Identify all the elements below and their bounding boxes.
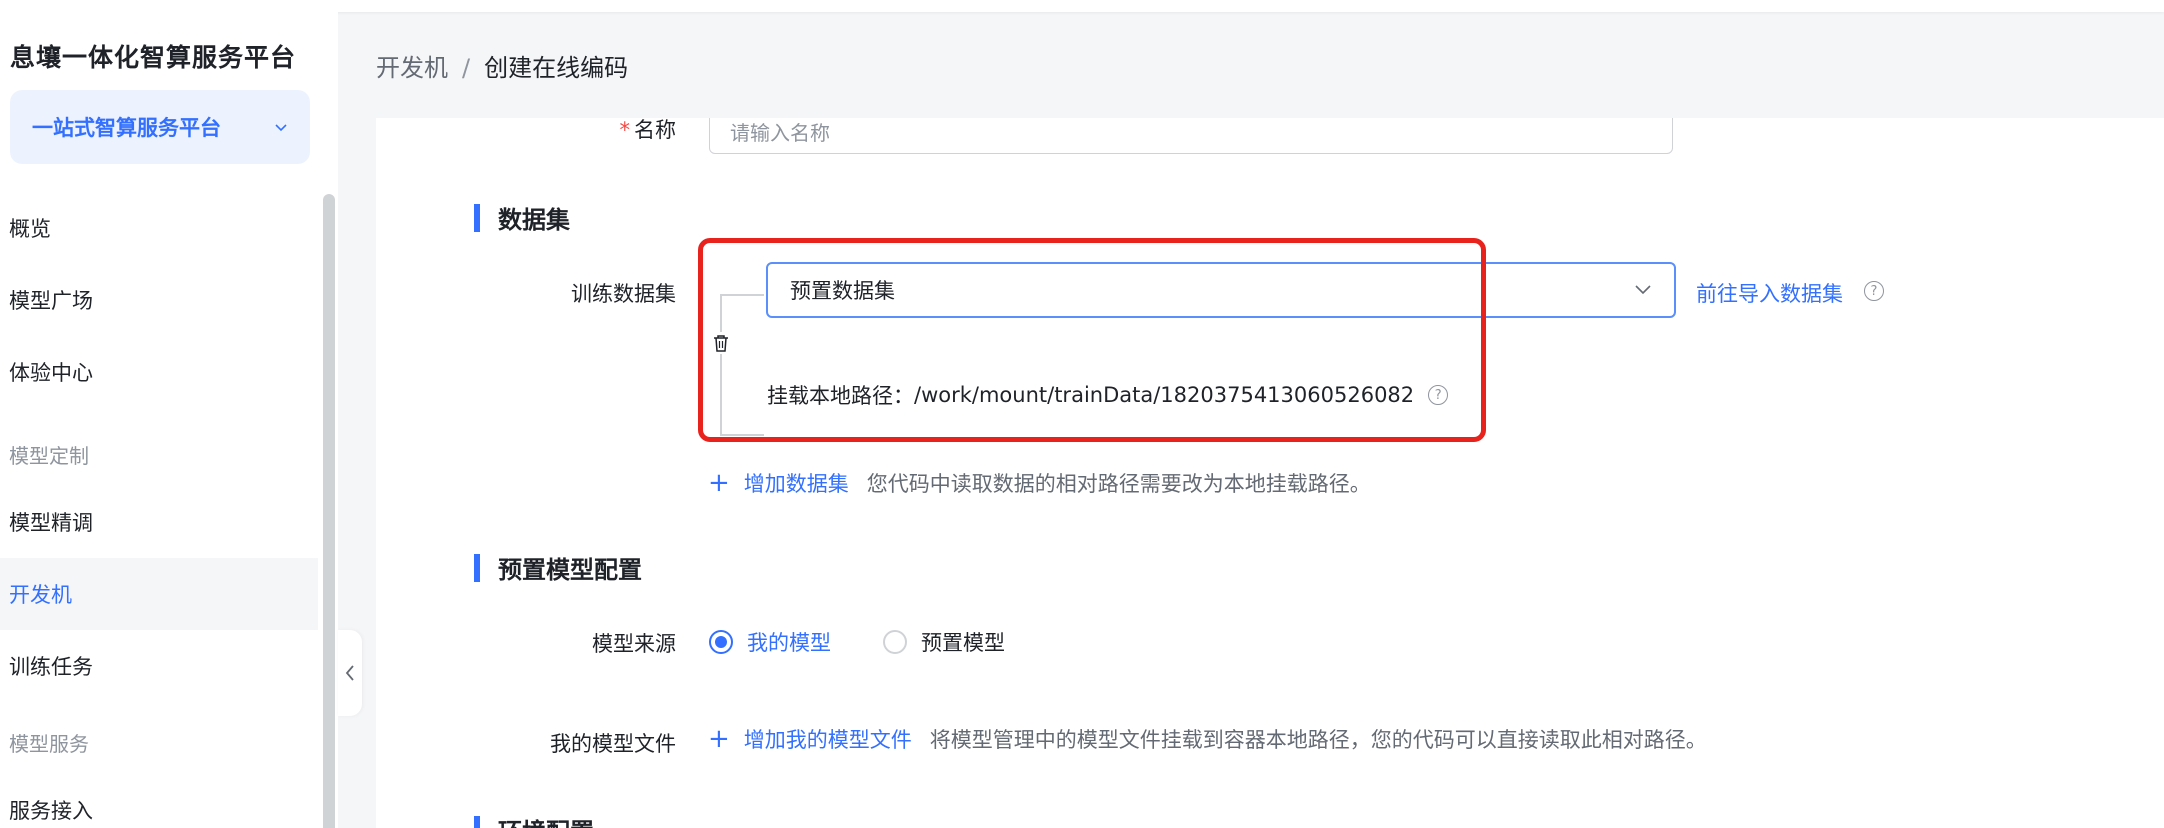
section-accent-bar: [474, 553, 480, 582]
sidebar-item-service-access[interactable]: 服务接入: [0, 774, 318, 828]
section-title-text: 预置模型配置: [498, 556, 642, 584]
main-content: * 名称 请输入名称 数据集 训练数据集 预置数据集 前往导入数据集 ? 挂载本地…: [376, 118, 2164, 828]
brand-title: 息壤一体化智算服务平台: [10, 43, 297, 72]
mount-path-label: 挂载本地路径：: [767, 384, 914, 408]
sidebar-item-model-plaza[interactable]: 模型广场: [0, 264, 318, 336]
chevron-down-icon: [1635, 285, 1651, 295]
sidebar-item-label: 服务接入: [9, 799, 93, 823]
add-my-model-files-button[interactable]: 增加我的模型文件: [744, 724, 912, 754]
section-title-preset-model: 预置模型配置: [474, 550, 642, 585]
section-accent-bar: [474, 203, 480, 232]
add-model-files-row: + 增加我的模型文件 将模型管理中的模型文件挂载到容器本地路径，您的代码可以直接…: [708, 724, 1707, 754]
section-accent-bar: [474, 815, 480, 828]
radio-my-model-label[interactable]: 我的模型: [747, 627, 831, 657]
dataset-select-value: 预置数据集: [790, 279, 895, 303]
trash-icon[interactable]: [711, 332, 731, 354]
required-mark: *: [619, 118, 631, 142]
goto-import-dataset-link[interactable]: 前往导入数据集: [1696, 278, 1843, 308]
section-title-dataset: 数据集: [474, 200, 570, 235]
sidebar-item-label: 模型广场: [9, 289, 93, 313]
train-dataset-label: 训练数据集: [571, 282, 676, 306]
model-source-radio-group: 我的模型 预置模型: [709, 627, 1005, 657]
breadcrumb-parent[interactable]: 开发机: [376, 54, 448, 82]
name-input[interactable]: 请输入名称: [709, 118, 1673, 154]
sidebar-item-label: 体验中心: [9, 361, 93, 385]
chevron-down-icon: [275, 124, 287, 132]
my-model-files-label: 我的模型文件: [550, 732, 676, 756]
name-input-placeholder: 请输入名称: [730, 120, 830, 145]
sidebar-item-dev-machine[interactable]: 开发机: [0, 558, 318, 630]
breadcrumb-current: 创建在线编码: [484, 54, 629, 82]
help-icon[interactable]: ?: [1864, 281, 1884, 301]
section-title-text: 数据集: [498, 206, 570, 234]
model-source-label: 模型来源: [592, 632, 676, 656]
breadcrumb-separator: /: [462, 54, 471, 82]
top-bar: [0, 0, 2164, 12]
sidebar-item-label: 模型精调: [9, 511, 93, 535]
radio-preset-model-label[interactable]: 预置模型: [921, 627, 1005, 657]
sidebar-item-training-tasks[interactable]: 训练任务: [0, 630, 318, 702]
sidebar-item-experience-center[interactable]: 体验中心: [0, 336, 318, 408]
dataset-select[interactable]: 预置数据集: [766, 262, 1676, 318]
plus-icon[interactable]: +: [708, 724, 730, 754]
tree-connector-top: [720, 294, 764, 296]
breadcrumb: 开发机 / 创建在线编码: [376, 48, 628, 83]
help-icon[interactable]: ?: [1428, 385, 1449, 405]
platform-select[interactable]: 一站式智算服务平台: [10, 90, 310, 164]
add-model-files-hint: 将模型管理中的模型文件挂载到容器本地路径，您的代码可以直接读取此相对路径。: [929, 728, 1707, 752]
nav-group-model-customization: 模型定制: [9, 444, 89, 468]
tree-connector-vertical: [720, 296, 722, 434]
sidebar-scrollbar[interactable]: [323, 194, 335, 828]
radio-dot: [715, 636, 727, 648]
add-dataset-row: + 增加数据集 您代码中读取数据的相对路径需要改为本地挂载路径。: [708, 468, 1371, 498]
collapse-sidebar-button[interactable]: [338, 630, 362, 716]
radio-my-model[interactable]: [709, 630, 733, 654]
sidebar-item-label: 训练任务: [9, 655, 93, 679]
radio-preset-model[interactable]: [883, 630, 907, 654]
mount-path-row: 挂载本地路径： /work/mount/trainData/1820375413…: [767, 380, 1449, 410]
nav-group-model-service: 模型服务: [9, 732, 89, 756]
sidebar-item-label: 概览: [9, 217, 51, 241]
sidebar-item-label: 开发机: [9, 583, 72, 607]
sidebar: 息壤一体化智算服务平台 一站式智算服务平台 概览 模型广场 体验中心 模型定制 …: [0, 12, 338, 828]
name-label: * 名称: [376, 118, 677, 144]
mount-path-value: /work/mount/trainData/182037541306052608…: [914, 383, 1415, 407]
tree-connector-bottom: [720, 434, 764, 436]
name-label-text: 名称: [634, 118, 676, 142]
add-dataset-hint: 您代码中读取数据的相对路径需要改为本地挂载路径。: [866, 472, 1371, 496]
section-title-environment: 环境配置: [474, 812, 594, 828]
sidebar-item-fine-tuning[interactable]: 模型精调: [0, 486, 318, 558]
chevron-left-icon: [345, 665, 354, 681]
plus-icon[interactable]: +: [708, 468, 730, 498]
add-dataset-button[interactable]: 增加数据集: [744, 468, 849, 498]
sidebar-item-overview[interactable]: 概览: [0, 192, 318, 264]
platform-select-label: 一站式智算服务平台: [32, 116, 221, 140]
section-title-text: 环境配置: [498, 812, 594, 828]
